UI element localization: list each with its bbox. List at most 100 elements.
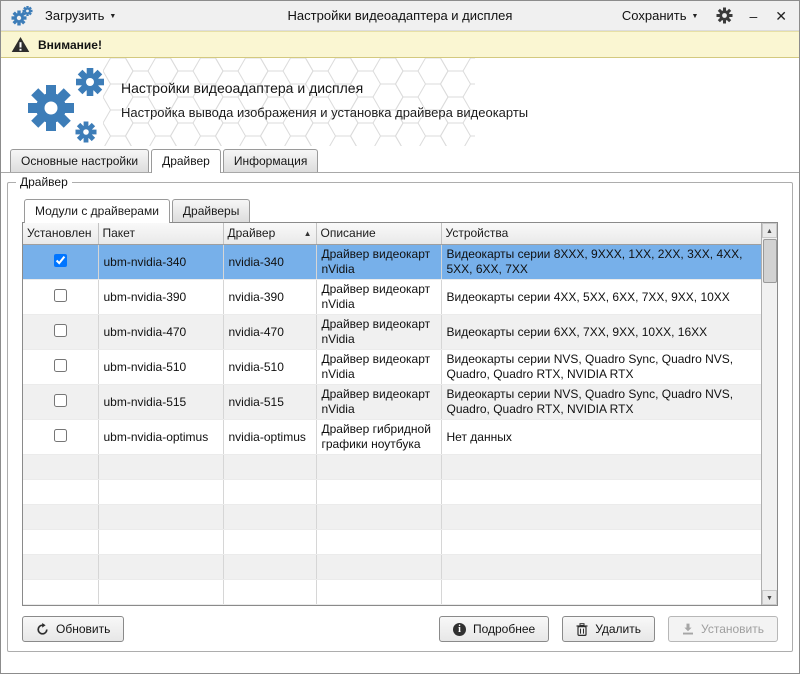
- tab-driver[interactable]: Драйвер: [151, 149, 221, 173]
- inner-tabbar: Модули с драйверами Драйверы: [22, 197, 778, 222]
- tab-main-settings[interactable]: Основные настройки: [10, 149, 149, 172]
- install-download-icon: [682, 623, 694, 635]
- titlebar-left: Загрузить ▼: [11, 5, 120, 27]
- details-button[interactable]: i Подробнее: [439, 616, 549, 642]
- cell-devices: Видеокарты серии 8XXX, 9XXX, 1XX, 2XX, 3…: [441, 245, 761, 280]
- right-buttons: i Подробнее Удалить: [439, 616, 778, 642]
- cell-devices: Видеокарты серии 4XX, 5XX, 6XX, 7XX, 9XX…: [441, 280, 761, 315]
- column-header-driver[interactable]: ▲ Драйвер: [223, 223, 316, 245]
- install-button-label: Установить: [701, 622, 764, 636]
- installed-checkbox[interactable]: [54, 394, 67, 407]
- tab-information[interactable]: Информация: [223, 149, 318, 172]
- cell-driver: nvidia-optimus: [223, 420, 316, 455]
- titlebar: Загрузить ▼ Настройки видеоадаптера и ди…: [1, 1, 799, 31]
- cell-description: Драйвер видеокарт nVidia: [316, 245, 441, 280]
- tab-driver-modules[interactable]: Модули с драйверами: [24, 199, 170, 223]
- sort-asc-icon: ▲: [304, 229, 312, 239]
- scroll-up-button[interactable]: ▲: [762, 223, 777, 238]
- tab-pane: Драйвер Модули с драйверами Драйверы Уст…: [1, 173, 799, 652]
- app-gears-icon: [11, 5, 33, 27]
- driver-table: Установлен Пакет ▲ Драйвер Описание Устр…: [22, 222, 778, 606]
- scroll-down-button[interactable]: ▼: [762, 590, 777, 605]
- load-button-label: Загрузить: [45, 8, 104, 23]
- table-row[interactable]: ubm-nvidia-510nvidia-510Драйвер видеокар…: [23, 350, 761, 385]
- details-button-label: Подробнее: [473, 622, 535, 636]
- cell-installed: [23, 420, 98, 455]
- refresh-button[interactable]: Обновить: [22, 616, 124, 642]
- chevron-down-icon: ▼: [692, 13, 699, 20]
- gears-icon: [13, 60, 115, 146]
- empty-row: [23, 530, 761, 555]
- column-header-driver-label: Драйвер: [228, 226, 276, 240]
- save-button-label: Сохранить: [622, 8, 687, 23]
- table-row[interactable]: ubm-nvidia-515nvidia-515Драйвер видеокар…: [23, 385, 761, 420]
- warning-banner: Внимание!: [1, 31, 799, 58]
- main-tabbar: Основные настройки Драйвер Информация: [1, 146, 799, 173]
- cell-package: ubm-nvidia-510: [98, 350, 223, 385]
- installed-checkbox[interactable]: [54, 289, 67, 302]
- close-button[interactable]: ✕: [773, 9, 789, 23]
- column-header-devices[interactable]: Устройства: [441, 223, 761, 245]
- scrollbar-thumb[interactable]: [763, 239, 777, 283]
- table-header-row: Установлен Пакет ▲ Драйвер Описание Устр…: [23, 223, 761, 245]
- chevron-down-icon: ▼: [109, 13, 116, 20]
- cell-driver: nvidia-510: [223, 350, 316, 385]
- empty-row: [23, 605, 761, 606]
- cell-description: Драйвер гибридной графики ноутбука: [316, 420, 441, 455]
- warning-text: Внимание!: [38, 38, 102, 52]
- cell-description: Драйвер видеокарт nVidia: [316, 385, 441, 420]
- table-viewport: Установлен Пакет ▲ Драйвер Описание Устр…: [23, 223, 761, 605]
- installed-checkbox[interactable]: [54, 359, 67, 372]
- driver-table-body: ubm-nvidia-340nvidia-340Драйвер видеокар…: [23, 245, 761, 606]
- cell-installed: [23, 245, 98, 280]
- warning-triangle-icon: [11, 36, 30, 53]
- info-icon: i: [453, 623, 466, 636]
- empty-row: [23, 505, 761, 530]
- page-header: Настройки видеоадаптера и дисплея Настро…: [1, 58, 799, 146]
- cell-driver: nvidia-340: [223, 245, 316, 280]
- cell-devices: Нет данных: [441, 420, 761, 455]
- save-button[interactable]: Сохранить ▼: [618, 5, 703, 26]
- cell-package: ubm-nvidia-340: [98, 245, 223, 280]
- cell-description: Драйвер видеокарт nVidia: [316, 350, 441, 385]
- groupbox-legend: Драйвер: [16, 175, 72, 189]
- app-window: Загрузить ▼ Настройки видеоадаптера и ди…: [0, 0, 800, 674]
- column-header-description[interactable]: Описание: [316, 223, 441, 245]
- install-button[interactable]: Установить: [668, 616, 778, 642]
- trash-icon: [576, 623, 588, 636]
- table-row[interactable]: ubm-nvidia-340nvidia-340Драйвер видеокар…: [23, 245, 761, 280]
- installed-checkbox[interactable]: [54, 429, 67, 442]
- header-title: Настройки видеоадаптера и дисплея: [121, 80, 528, 96]
- load-button[interactable]: Загрузить ▼: [41, 5, 120, 26]
- cell-installed: [23, 280, 98, 315]
- cell-installed: [23, 350, 98, 385]
- vertical-scrollbar[interactable]: ▲ ▼: [761, 223, 777, 605]
- empty-row: [23, 580, 761, 605]
- cell-package: ubm-nvidia-optimus: [98, 420, 223, 455]
- header-subtitle: Настройка вывода изображения и установка…: [121, 105, 528, 120]
- settings-gear-icon[interactable]: [716, 7, 733, 24]
- refresh-icon: [36, 623, 49, 636]
- cell-devices: Видеокарты серии 6XX, 7XX, 9XX, 10XX, 16…: [441, 315, 761, 350]
- delete-button[interactable]: Удалить: [562, 616, 655, 642]
- cell-package: ubm-nvidia-515: [98, 385, 223, 420]
- installed-checkbox[interactable]: [54, 324, 67, 337]
- table-row[interactable]: ubm-nvidia-470nvidia-470Драйвер видеокар…: [23, 315, 761, 350]
- table-row[interactable]: ubm-nvidia-390nvidia-390Драйвер видеокар…: [23, 280, 761, 315]
- table-row[interactable]: ubm-nvidia-optimusnvidia-optimusДрайвер …: [23, 420, 761, 455]
- cell-devices: Видеокарты серии NVS, Quadro Sync, Quadr…: [441, 385, 761, 420]
- cell-package: ubm-nvidia-390: [98, 280, 223, 315]
- cell-devices: Видеокарты серии NVS, Quadro Sync, Quadr…: [441, 350, 761, 385]
- header-text: Настройки видеоадаптера и дисплея Настро…: [121, 80, 528, 120]
- cell-package: ubm-nvidia-470: [98, 315, 223, 350]
- cell-description: Драйвер видеокарт nVidia: [316, 280, 441, 315]
- delete-button-label: Удалить: [595, 622, 641, 636]
- installed-checkbox[interactable]: [54, 254, 67, 267]
- driver-modules-table: Установлен Пакет ▲ Драйвер Описание Устр…: [23, 223, 761, 605]
- minimize-button[interactable]: –: [747, 9, 759, 23]
- empty-row: [23, 480, 761, 505]
- column-header-package[interactable]: Пакет: [98, 223, 223, 245]
- column-header-installed[interactable]: Установлен: [23, 223, 98, 245]
- tab-drivers[interactable]: Драйверы: [172, 199, 250, 222]
- cell-installed: [23, 385, 98, 420]
